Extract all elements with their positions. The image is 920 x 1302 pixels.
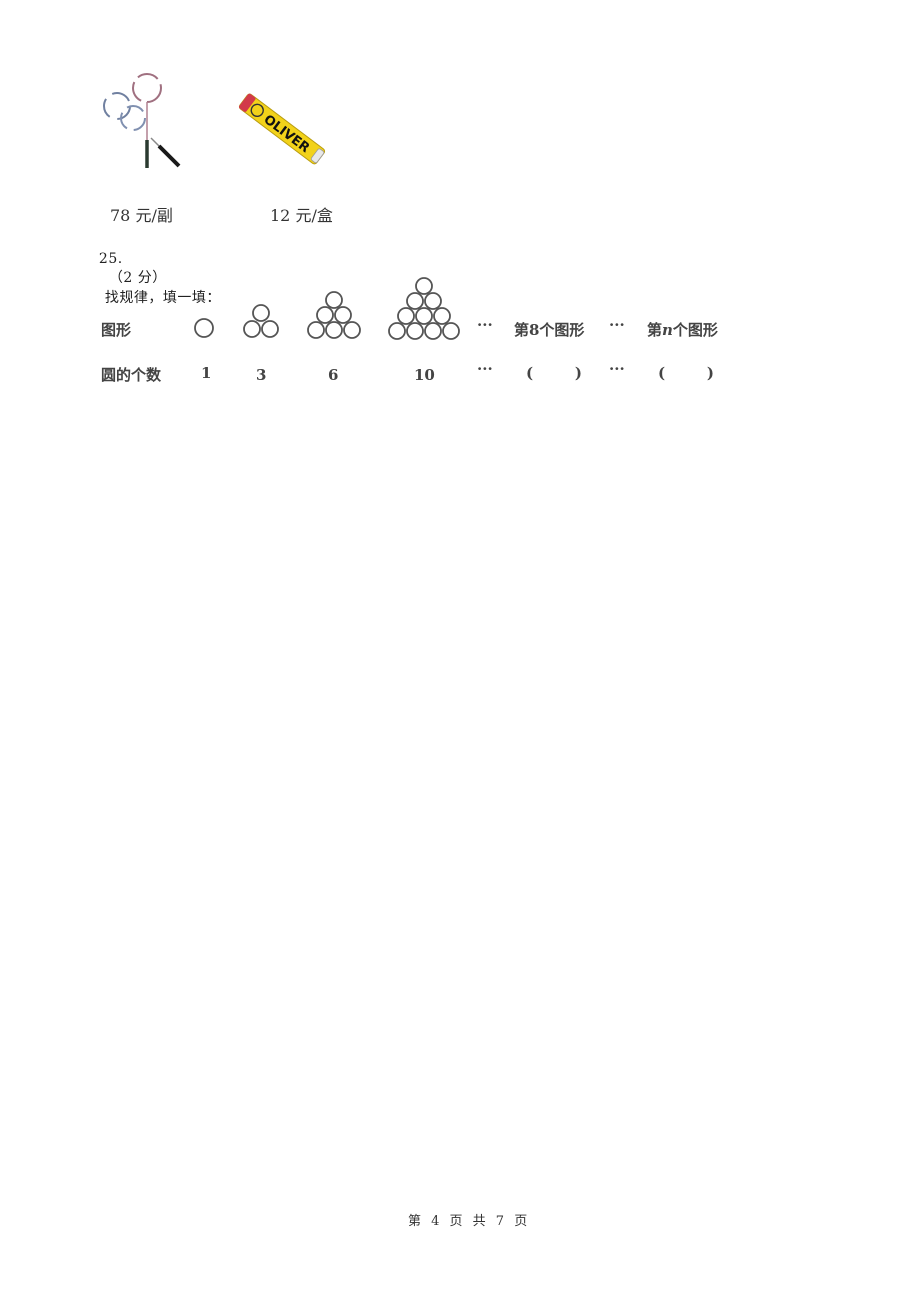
circle — [307, 321, 325, 339]
ellipsis-4: ··· — [609, 360, 625, 378]
nth-figure-label: 第n个图形 — [647, 319, 718, 340]
count-2: 3 — [256, 366, 267, 384]
circle — [243, 320, 261, 338]
circle — [433, 307, 451, 325]
ellipsis-1: ··· — [477, 316, 493, 334]
nth-suffix: 个图形 — [672, 321, 718, 339]
question-score: （2 分） — [108, 270, 167, 286]
answer-blank-n[interactable]: ( ) — [658, 364, 714, 382]
circle — [424, 322, 442, 340]
circle — [334, 306, 352, 324]
count-1: 1 — [201, 364, 212, 382]
nth-variable: n — [662, 321, 673, 339]
circle — [406, 292, 424, 310]
shuttlecock-tube-image: OLIVER — [238, 93, 326, 165]
answer-blank-8[interactable]: ( ) — [526, 364, 582, 382]
eighth-figure-label: 第8个图形 — [514, 321, 585, 339]
circle — [424, 292, 442, 310]
circle — [325, 291, 343, 309]
question-header: 25. （2 分） 找规律，填一填： — [89, 235, 221, 307]
circle — [343, 321, 361, 339]
circle — [442, 322, 460, 340]
triangle-figure-3 — [307, 291, 361, 339]
circle — [415, 277, 433, 295]
row-label-count: 圆的个数 — [101, 366, 162, 384]
circle — [194, 318, 214, 338]
count-4: 10 — [414, 366, 435, 384]
question-number: 25. — [98, 251, 123, 267]
nth-prefix: 第 — [647, 321, 663, 339]
triangle-figure-4 — [388, 277, 460, 340]
page-footer: 第 4 页 共 7 页 — [408, 1214, 531, 1229]
circle — [316, 306, 334, 324]
shuttlecock-price: 12 元/盒 — [270, 206, 333, 225]
circle — [406, 322, 424, 340]
circle — [388, 322, 406, 340]
question-prompt: 找规律，填一填： — [104, 290, 221, 306]
circle — [415, 307, 433, 325]
circle — [252, 304, 270, 322]
circle — [397, 307, 415, 325]
racket-image — [103, 73, 181, 168]
circle — [325, 321, 343, 339]
ellipsis-2: ··· — [609, 316, 625, 334]
racket-price: 78 元/副 — [110, 206, 173, 225]
circle — [261, 320, 279, 338]
row-label-figure: 图形 — [101, 321, 132, 339]
count-3: 6 — [328, 366, 339, 384]
triangle-figure-1 — [194, 318, 214, 338]
triangle-figure-2 — [243, 304, 279, 338]
ellipsis-3: ··· — [477, 360, 493, 378]
